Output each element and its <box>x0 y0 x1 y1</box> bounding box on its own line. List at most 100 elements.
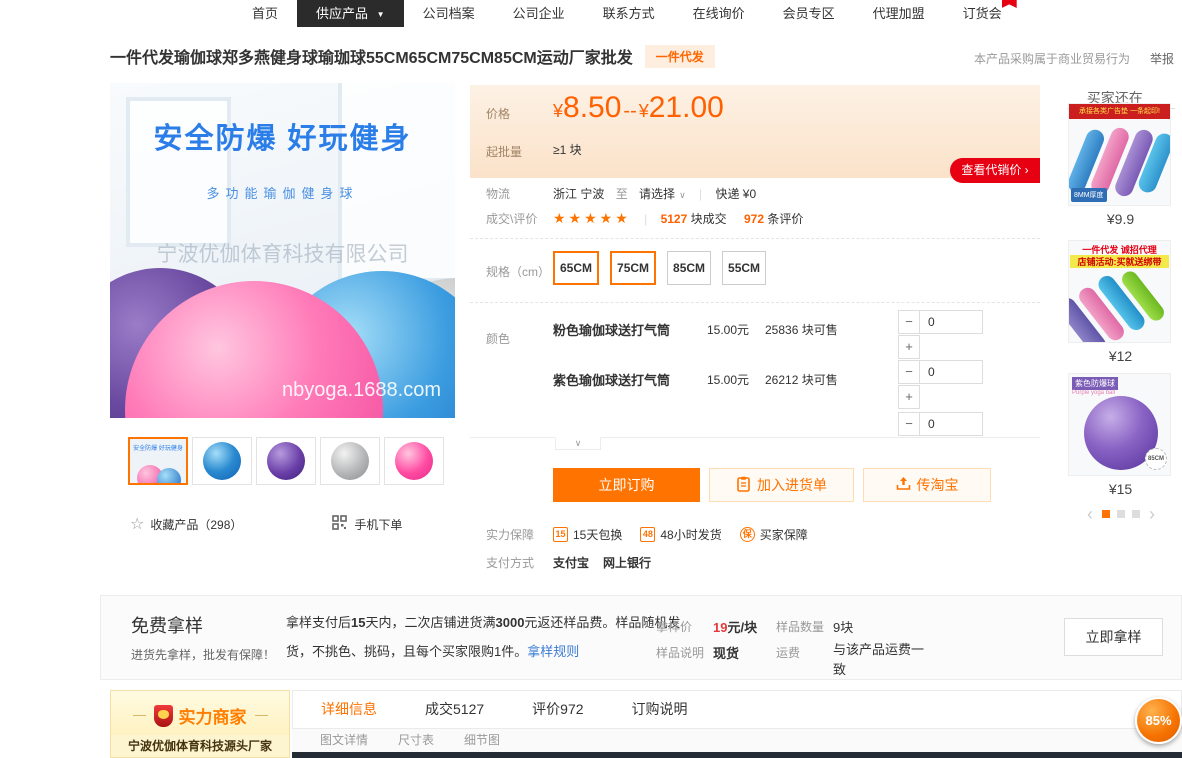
sample-price-value: 19元/块 <box>713 617 757 636</box>
pager-next-icon[interactable]: › <box>1149 505 1155 523</box>
related-product-1-price: ¥9.9 <box>1068 211 1173 227</box>
related-product-3[interactable]: 紫色防爆球 Purple yoga ball 85CM ¥15 <box>1068 373 1173 497</box>
nav-item[interactable]: 公司企业 <box>494 0 584 27</box>
nav-item[interactable]: 公司档案 <box>404 0 494 27</box>
image-headline: 安全防爆 好玩健身 <box>110 115 455 157</box>
quantity-input[interactable] <box>919 360 983 384</box>
match-progress-badge[interactable]: 85% <box>1135 697 1182 744</box>
main-product-image[interactable]: 安全防爆 好玩健身 多功能瑜伽健身球 宁波优伽体育科技有限公司 nbyoga.1… <box>110 83 455 418</box>
destination-select[interactable]: 请选择∨ <box>639 187 686 201</box>
gallery-actions: ☆ 收藏产品（298） 手机下单 <box>130 514 402 534</box>
sku-name: 粉色瑜伽球送打气筒 <box>553 320 670 339</box>
image-subhead: 多功能瑜伽健身球 <box>110 183 455 202</box>
detail-subtab[interactable]: 尺寸表 <box>398 729 434 752</box>
detail-subtab[interactable]: 图文详情 <box>320 729 368 752</box>
favorite-button[interactable]: 收藏产品（298） <box>150 516 242 533</box>
minus-button[interactable]: − <box>898 360 920 384</box>
mobile-order[interactable]: 手机下单 <box>332 515 402 533</box>
pager-dot[interactable] <box>1132 510 1140 518</box>
desc-bold: 3000 <box>496 615 525 630</box>
nav-item[interactable]: 供应产品 ▼ <box>297 0 404 27</box>
destination-value: 请选择 <box>639 187 675 201</box>
pager-dot[interactable] <box>1102 510 1110 518</box>
send-to-taobao-button[interactable]: 传淘宝 <box>863 468 991 502</box>
trade-notice: 本产品采购属于商业贸易行为 <box>974 52 1130 66</box>
nav-item-label: 会员专区 <box>783 6 835 21</box>
strength-item: 48 48小时发货 <box>640 526 721 543</box>
product-label-en: Purple yoga ball <box>1072 390 1115 396</box>
purple-ball-thumb <box>267 442 305 480</box>
nav-item[interactable]: 代理加盟 <box>854 0 944 27</box>
moq-value: ≥1 块 <box>553 141 582 158</box>
sku-list: 粉色瑜伽球送打气筒 15.00元 25836 块可售 − + 紫色瑜伽球送打气筒… <box>553 302 1040 402</box>
detail-subtab[interactable]: 细节图 <box>464 729 500 752</box>
related-product-2[interactable]: 一件代发 诚招代理 店铺活动:买就送绑带 ¥12 <box>1068 240 1173 364</box>
sku-area: 颜色 粉色瑜伽球送打气筒 15.00元 25836 块可售 − + 紫色瑜伽球送… <box>470 302 1040 437</box>
product-label-cn: 紫色防爆球 <box>1072 377 1118 390</box>
review-count[interactable]: 972 <box>744 212 764 226</box>
strength-item: 15 15天包换 <box>553 526 622 543</box>
spec-option-button[interactable]: 85CM <box>667 251 711 285</box>
spec-option-button[interactable]: 65CM <box>553 251 599 285</box>
nav-item[interactable]: 在线询价 <box>674 0 764 27</box>
price-range: ¥8.50--¥21.00 <box>553 91 724 125</box>
report-link[interactable]: 举报 <box>1150 52 1174 66</box>
mobile-order-label: 手机下单 <box>354 516 402 533</box>
nav-item[interactable]: 首页 <box>233 0 297 27</box>
detail-tab[interactable]: 订购说明 <box>632 691 688 728</box>
expand-skus-button[interactable]: ∨ <box>555 437 601 450</box>
quantity-input[interactable] <box>919 310 983 334</box>
currency-symbol: ¥ <box>639 101 649 121</box>
nav-item[interactable]: 联系方式 <box>584 0 674 27</box>
related-product-2-price: ¥12 <box>1068 348 1173 364</box>
sample-rule-link[interactable]: 拿样规则 <box>527 644 579 659</box>
moq-label: 起批量 <box>486 143 522 160</box>
size-badge: 85CM <box>1145 448 1167 470</box>
promo-line-2: 店铺活动:买就送绑带 <box>1070 255 1169 268</box>
detail-tab[interactable]: 评价972 <box>532 691 583 728</box>
seller-card[interactable]: 实力商家 宁波优伽体育科技源头厂家 <box>110 690 290 758</box>
order-now-button[interactable]: 立即订购 <box>553 468 700 502</box>
arrow-right-icon: › <box>1025 163 1029 177</box>
chevron-down-icon: ▼ <box>377 10 385 19</box>
get-sample-button[interactable]: 立即拿样 <box>1064 618 1163 656</box>
spec-options: 65CM 75CM 85CM 55CM <box>553 251 766 285</box>
top-nav: 首页 供应产品 ▼ 公司档案 公司企业 联 <box>233 0 1021 27</box>
to-word: 至 <box>616 187 628 201</box>
seller-name: 宁波优伽体育科技源头厂家 <box>111 735 289 757</box>
freight-label: 运费 <box>776 644 800 661</box>
thumbnail-1-selected[interactable]: 安全防爆 好玩健身 <box>128 437 188 485</box>
detail-tab[interactable]: 成交5127 <box>425 691 484 728</box>
sample-price-number: 19 <box>713 620 727 635</box>
thumbnail-3[interactable] <box>256 437 316 485</box>
minus-button[interactable]: − <box>898 310 920 334</box>
thumbnail-2[interactable] <box>192 437 252 485</box>
add-to-purchase-list-button[interactable]: 加入进货单 <box>709 468 854 502</box>
action-buttons: 立即订购 加入进货单 传淘宝 <box>553 468 991 502</box>
minus-button[interactable]: − <box>898 412 920 436</box>
related-product-1[interactable]: 承接各类广告垫 一条起印! 8MM厚度 ¥9.9 <box>1068 103 1173 227</box>
strength-label: 实力保障 <box>486 526 534 543</box>
detail-tab[interactable]: 详细信息 <box>321 691 377 728</box>
thumbnail-4[interactable] <box>320 437 380 485</box>
bull-shield-icon <box>154 705 173 727</box>
sample-desc-value: 现货 <box>713 643 739 662</box>
spec-option-button[interactable]: 75CM <box>610 251 656 285</box>
pager-dot[interactable] <box>1117 510 1125 518</box>
payment-method: 支付宝 <box>553 554 589 571</box>
nav-item[interactable]: 会员专区 <box>764 0 854 27</box>
nav-item-label: 首页 <box>252 6 278 21</box>
nav-item[interactable]: 订货会 <box>944 0 1021 27</box>
thumbnail-5[interactable] <box>384 437 444 485</box>
quantity-input[interactable] <box>919 412 983 436</box>
sku-price: 15.00元 <box>707 321 749 338</box>
price-high: 21.00 <box>649 91 724 124</box>
spec-option-button[interactable]: 55CM <box>722 251 766 285</box>
sku-row: 粉色瑜伽球送打气筒 15.00元 25836 块可售 − + <box>553 302 1040 352</box>
pager-prev-icon[interactable]: ‹ <box>1087 505 1093 523</box>
add-cart-label: 加入进货单 <box>757 475 827 495</box>
blue-ball-thumb <box>203 442 241 480</box>
view-consign-price-button[interactable]: 查看代销价 › <box>950 158 1040 183</box>
deal-count[interactable]: 5127 <box>661 212 688 226</box>
sku-stock: 26212 块可售 <box>765 371 838 388</box>
